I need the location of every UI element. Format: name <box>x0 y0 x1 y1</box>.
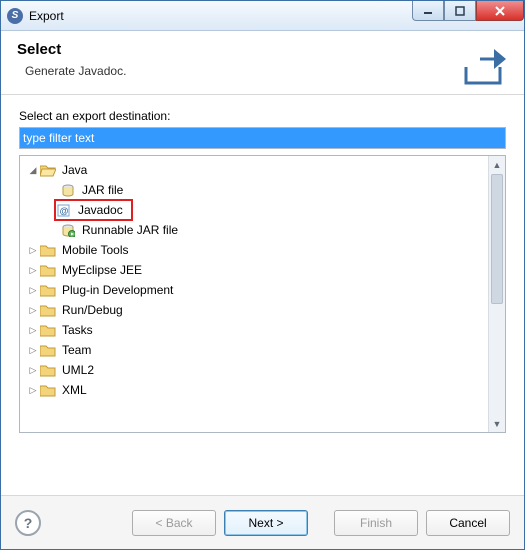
folder-icon <box>40 343 56 357</box>
destination-label: Select an export destination: <box>19 109 506 123</box>
tree-label: Run/Debug <box>60 300 125 320</box>
folder-open-icon <box>40 163 56 177</box>
jar-icon <box>60 183 76 197</box>
help-icon: ? <box>24 515 33 531</box>
folder-icon <box>40 263 56 277</box>
dialog-content: Select an export destination: ◢ Java JAR… <box>1 95 524 495</box>
tree-label: Mobile Tools <box>60 240 130 260</box>
tree-container: ◢ Java JAR file @ Javadoc <box>19 155 506 433</box>
close-button[interactable] <box>476 1 524 21</box>
cancel-button[interactable]: Cancel <box>426 510 510 536</box>
tree-node-runnable-jar[interactable]: Runnable JAR file <box>22 220 486 240</box>
filter-input[interactable] <box>19 127 506 149</box>
maximize-icon <box>455 6 465 16</box>
tree-node-tasks[interactable]: ▷ Tasks <box>22 320 486 340</box>
scroll-up-icon[interactable]: ▲ <box>489 156 505 173</box>
runnable-jar-icon <box>60 223 76 237</box>
folder-icon <box>40 283 56 297</box>
folder-icon <box>40 363 56 377</box>
tree-node-mobile[interactable]: ▷ Mobile Tools <box>22 240 486 260</box>
tree-node-xml[interactable]: ▷ XML <box>22 380 486 400</box>
javadoc-icon: @ <box>56 203 72 217</box>
help-button[interactable]: ? <box>15 510 41 536</box>
folder-icon <box>40 383 56 397</box>
tree-node-rundebug[interactable]: ▷ Run/Debug <box>22 300 486 320</box>
expand-icon[interactable]: ▷ <box>26 300 40 320</box>
maximize-button[interactable] <box>444 1 476 21</box>
svg-text:@: @ <box>60 206 69 216</box>
tree-label: JAR file <box>80 180 125 200</box>
expand-icon[interactable]: ▷ <box>26 320 40 340</box>
export-tree[interactable]: ◢ Java JAR file @ Javadoc <box>20 156 488 432</box>
next-button[interactable]: Next > <box>224 510 308 536</box>
tree-scrollbar[interactable]: ▲ ▼ <box>488 156 505 432</box>
tree-label: UML2 <box>60 360 96 380</box>
annotation-highlight: @ Javadoc <box>54 199 133 221</box>
dialog-footer: ? < Back Next > Finish Cancel <box>1 495 524 549</box>
back-button[interactable]: < Back <box>132 510 216 536</box>
tree-label: XML <box>60 380 89 400</box>
tree-label: Java <box>60 160 89 180</box>
tree-label: Plug-in Development <box>60 280 175 300</box>
tree-node-jee[interactable]: ▷ MyEclipse JEE <box>22 260 486 280</box>
finish-button[interactable]: Finish <box>334 510 418 536</box>
tree-label: Javadoc <box>76 200 125 220</box>
tree-node-plugin[interactable]: ▷ Plug-in Development <box>22 280 486 300</box>
minimize-button[interactable] <box>412 1 444 21</box>
minimize-icon <box>423 6 433 16</box>
tree-node-javadoc[interactable]: @ Javadoc <box>22 200 486 220</box>
expand-icon[interactable]: ▷ <box>26 260 40 280</box>
export-dialog: S Export Select Generate Javadoc. Select <box>0 0 525 550</box>
tree-node-uml2[interactable]: ▷ UML2 <box>22 360 486 380</box>
tree-node-java[interactable]: ◢ Java <box>22 160 486 180</box>
tree-label: Tasks <box>60 320 95 340</box>
tree-node-team[interactable]: ▷ Team <box>22 340 486 360</box>
title-bar[interactable]: S Export <box>1 1 524 31</box>
folder-icon <box>40 323 56 337</box>
dialog-header: Select Generate Javadoc. <box>1 31 524 95</box>
window-buttons <box>412 1 524 21</box>
close-icon <box>494 5 506 17</box>
tree-label: MyEclipse JEE <box>60 260 144 280</box>
tree-label: Runnable JAR file <box>80 220 180 240</box>
collapse-icon[interactable]: ◢ <box>26 160 40 180</box>
expand-icon[interactable]: ▷ <box>26 280 40 300</box>
folder-icon <box>40 243 56 257</box>
expand-icon[interactable]: ▷ <box>26 360 40 380</box>
page-subtitle: Generate Javadoc. <box>17 64 508 78</box>
window-title: Export <box>29 9 64 23</box>
scroll-thumb[interactable] <box>491 174 503 304</box>
expand-icon[interactable]: ▷ <box>26 380 40 400</box>
expand-icon[interactable]: ▷ <box>26 340 40 360</box>
app-icon: S <box>7 8 23 24</box>
tree-label: Team <box>60 340 93 360</box>
page-title: Select <box>17 41 508 58</box>
expand-icon[interactable]: ▷ <box>26 240 40 260</box>
export-icon <box>460 45 506 92</box>
folder-icon <box>40 303 56 317</box>
tree-node-jar[interactable]: JAR file <box>22 180 486 200</box>
scroll-down-icon[interactable]: ▼ <box>489 415 505 432</box>
